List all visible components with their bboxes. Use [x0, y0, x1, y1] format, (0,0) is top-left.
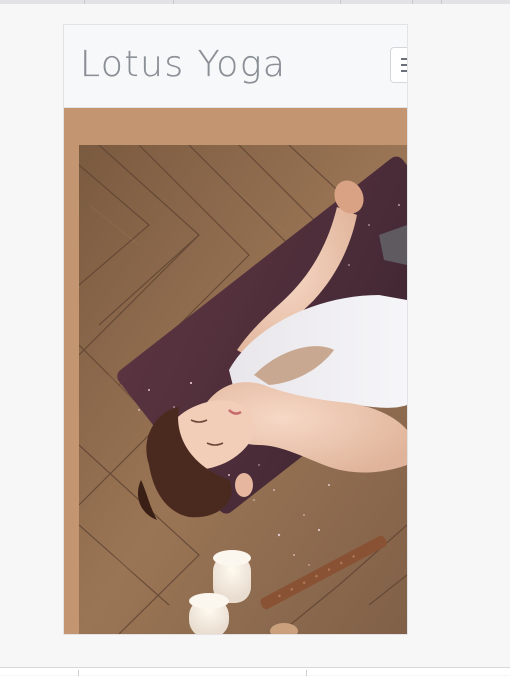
browser-bottom-edge: [0, 667, 510, 676]
ruler-tick: [441, 0, 442, 4]
hero-photo: [79, 145, 407, 634]
ruler-tick: [173, 0, 174, 4]
ruler-tick: [84, 0, 85, 4]
hamburger-menu-icon: [401, 58, 407, 60]
ruler-tick: [306, 670, 307, 676]
site-brand-logo[interactable]: Lotus Yoga: [80, 43, 286, 87]
mobile-preview-frame: Lotus Yoga: [64, 25, 407, 634]
hamburger-menu-button[interactable]: [390, 47, 407, 83]
hamburger-menu-icon-bar: [401, 70, 407, 72]
ruler-tick: [340, 0, 341, 4]
site-header: Lotus Yoga: [64, 25, 407, 108]
ruler-tick: [412, 0, 413, 4]
ruler-tick: [78, 670, 79, 676]
woman-lying-on-yoga-mat-photo: [79, 145, 407, 634]
browser-top-edge: [0, 0, 510, 4]
hamburger-menu-icon-bar: [401, 64, 407, 66]
